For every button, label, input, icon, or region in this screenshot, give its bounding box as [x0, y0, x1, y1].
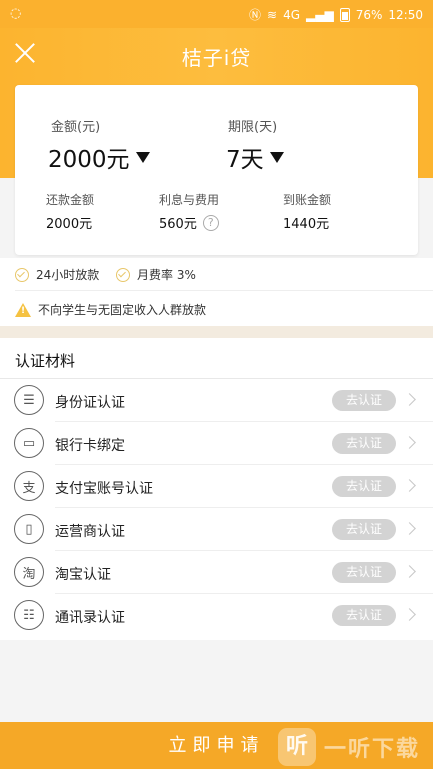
- battery-level: 76%: [355, 7, 383, 22]
- chevron-right-icon: [403, 522, 416, 535]
- chevron-right-icon: [403, 565, 416, 578]
- section-title: 认证材料: [15, 352, 76, 370]
- material-row-contacts[interactable]: ☷ 通讯录认证 去认证: [0, 594, 433, 637]
- contacts-icon: ☷: [14, 600, 44, 630]
- material-label: 淘宝认证: [55, 567, 111, 583]
- interest-value: 560元: [159, 217, 197, 232]
- repay-label: 还款金额: [46, 193, 95, 207]
- watermark-logo-icon: 听: [278, 727, 316, 766]
- status-time: 12:50: [388, 7, 423, 22]
- notification-icon: ◌: [10, 6, 22, 21]
- material-label: 身份证认证: [55, 395, 125, 411]
- check-icon: [15, 267, 29, 282]
- material-row-id-card[interactable]: ☰ 身份证认证 去认证: [0, 379, 433, 422]
- caret-down-icon: [269, 151, 284, 163]
- material-label: 银行卡绑定: [55, 438, 125, 454]
- received-value: 1440元: [283, 217, 330, 232]
- caret-down-icon: [135, 151, 150, 163]
- loan-card: 金额(元) 2000元 期限(天) 7天 还款金额 2000元 利息与费用 56…: [15, 85, 418, 255]
- term-label: 期限(天): [228, 120, 278, 135]
- divider: [15, 290, 433, 291]
- feature-monthly-rate-label: 月费率 3%: [137, 268, 196, 282]
- material-label: 支付宝账号认证: [55, 481, 153, 497]
- feature-monthly-rate: 月费率 3%: [116, 266, 196, 283]
- material-row-taobao[interactable]: 淘 淘宝认证 去认证: [0, 551, 433, 594]
- status-bar: ◌ Ⓝ ≋ 4G ▂▄▆ 76% 12:50: [0, 0, 433, 28]
- interest-label: 利息与费用: [159, 193, 220, 207]
- amount-label: 金额(元): [51, 120, 101, 135]
- help-icon[interactable]: ?: [202, 214, 219, 231]
- interest-row: 560元 ?: [159, 213, 219, 232]
- verify-button[interactable]: 去认证: [332, 476, 396, 497]
- verify-button[interactable]: 去认证: [332, 519, 396, 540]
- check-icon: [116, 267, 130, 282]
- nfc-icon: Ⓝ: [249, 8, 262, 22]
- verify-button[interactable]: 去认证: [332, 605, 396, 626]
- bank-card-icon: ▭: [14, 428, 44, 458]
- amount-selector[interactable]: 2000元: [48, 140, 150, 174]
- verify-button[interactable]: 去认证: [332, 433, 396, 454]
- term-selector[interactable]: 7天: [226, 140, 284, 174]
- material-label: 运营商认证: [55, 524, 125, 540]
- material-row-carrier[interactable]: ▯ 运营商认证 去认证: [0, 508, 433, 551]
- watermark-text: 一听下载: [324, 736, 421, 762]
- signal-icon: ▂▄▆: [306, 7, 334, 22]
- alipay-icon: 支: [14, 471, 44, 501]
- section-separator: [0, 326, 433, 338]
- material-row-alipay[interactable]: 支 支付宝账号认证 去认证: [0, 465, 433, 508]
- material-label: 通讯录认证: [55, 610, 125, 626]
- feature-warning-label: 不向学生与无固定收入人群放款: [38, 303, 207, 317]
- wifi-icon: ≋: [267, 7, 278, 22]
- chevron-right-icon: [403, 479, 416, 492]
- material-row-bank-card[interactable]: ▭ 银行卡绑定 去认证: [0, 422, 433, 465]
- warning-icon: !: [15, 302, 31, 317]
- materials-section: 认证材料 ☰ 身份证认证 去认证 ▭ 银行卡绑定 去认证 支 支付宝账号认证 去…: [0, 338, 433, 640]
- verify-button[interactable]: 去认证: [332, 390, 396, 411]
- amount-value: 2000元: [48, 147, 130, 173]
- features-panel: 24小时放款 月费率 3% ! 不向学生与无固定收入人群放款: [0, 258, 433, 326]
- chevron-right-icon: [403, 393, 416, 406]
- chevron-right-icon: [403, 608, 416, 621]
- received-label: 到账金额: [283, 193, 332, 207]
- page-title: 桔子i贷: [181, 46, 252, 70]
- battery-icon: [339, 7, 350, 22]
- network-type: 4G: [283, 7, 301, 22]
- id-card-icon: ☰: [14, 385, 44, 415]
- watermark: 听 一听下载: [278, 724, 433, 769]
- mobile-carrier-icon: ▯: [14, 514, 44, 544]
- taobao-icon: 淘: [14, 557, 44, 587]
- term-value: 7天: [226, 147, 264, 173]
- feature-warning: ! 不向学生与无固定收入人群放款: [15, 301, 206, 318]
- feature-fast-loan-label: 24小时放款: [36, 268, 100, 282]
- verify-button[interactable]: 去认证: [332, 562, 396, 583]
- repay-value: 2000元: [46, 217, 93, 232]
- feature-fast-loan: 24小时放款: [15, 266, 99, 283]
- chevron-right-icon: [403, 436, 416, 449]
